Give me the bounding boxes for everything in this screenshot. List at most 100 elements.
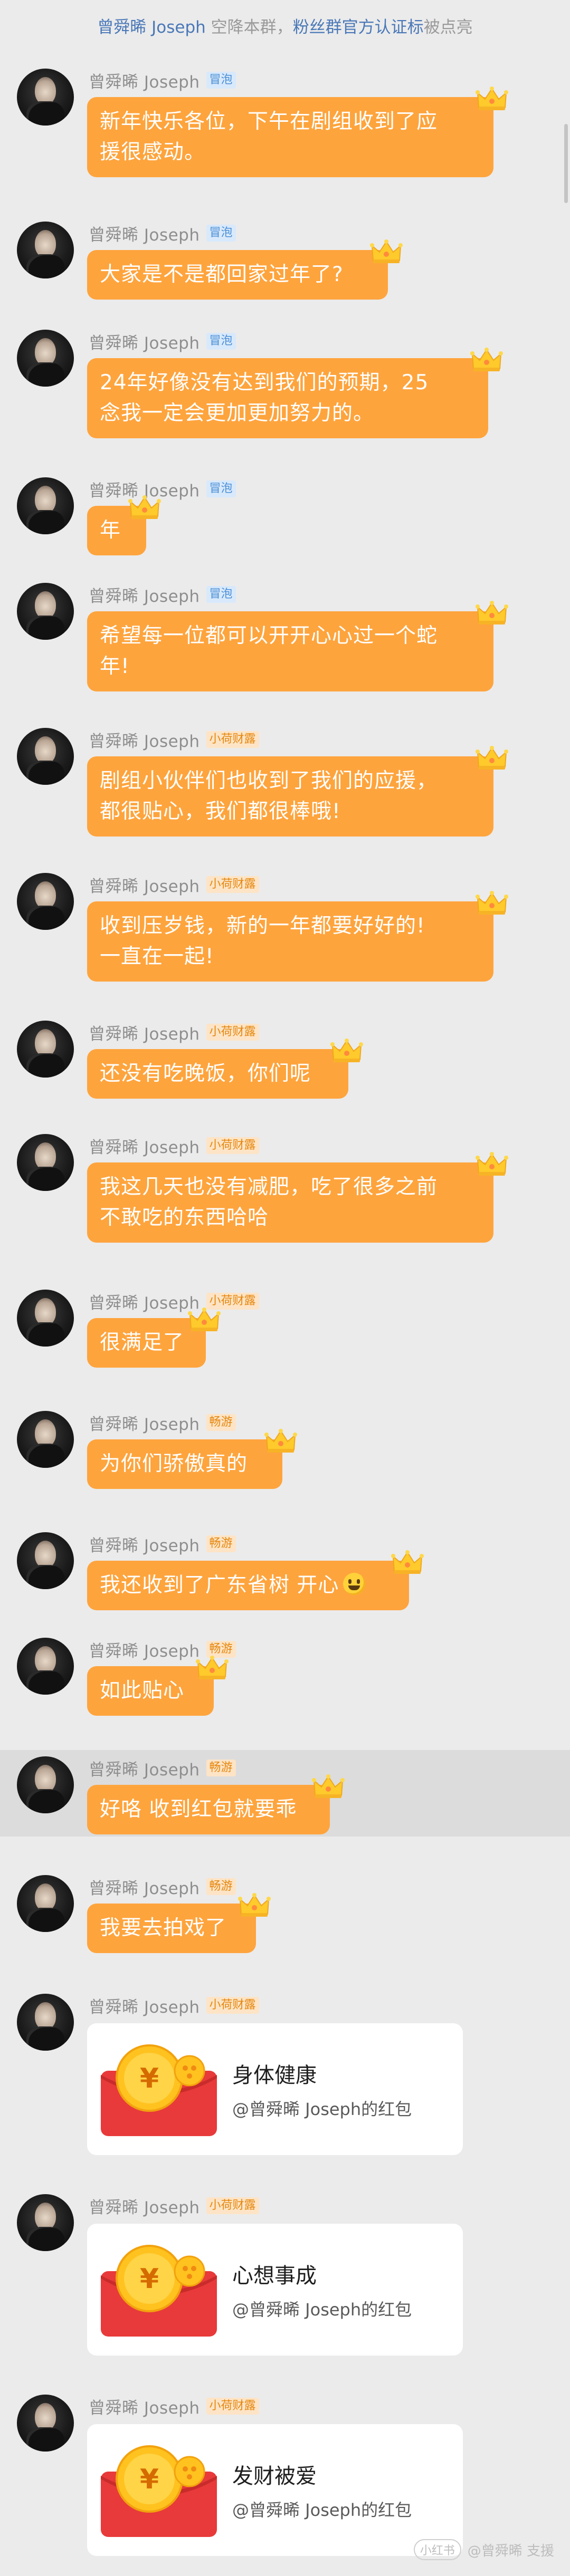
red-envelope-icon: ¥ <box>101 2043 217 2136</box>
level-badge: 畅游 <box>206 1878 236 1895</box>
sender-name[interactable]: 曾舜晞 Joseph <box>89 583 200 607</box>
avatar[interactable] <box>17 222 74 278</box>
message-bubble[interactable]: 希望每一位都可以开开心心过一个蛇 年! <box>87 611 493 691</box>
message-bubble[interactable]: 24年好像没有达到我们的预期，25 念我一定会更加更加努力的。 <box>87 358 488 438</box>
message-meta: 曾舜晞 Joseph 小荷财露 <box>89 2194 259 2217</box>
message-text: 很满足了 <box>100 1331 185 1354</box>
message-meta: 曾舜晞 Joseph 小荷财露 <box>89 1021 259 1044</box>
avatar[interactable] <box>17 1994 74 2051</box>
notice-text-1: 空降本群， <box>205 18 293 37</box>
sender-name[interactable]: 曾舜晞 Joseph <box>89 1411 200 1435</box>
message-text: 新年快乐各位，下午在剧组收到了应 援很感动。 <box>100 110 438 164</box>
message-text: 我还收到了广东省树 开心 <box>100 1573 339 1597</box>
avatar[interactable] <box>17 1756 74 1813</box>
message-text: 还没有吃晚饭，你们呢 <box>100 1062 311 1085</box>
message-bubble[interactable]: 剧组小伙伴们也收到了我们的应援， 都很贴心，我们都很棒哦! <box>87 756 493 837</box>
sender-name[interactable]: 曾舜晞 Joseph <box>89 330 200 353</box>
red-packet-title: 心想事成 <box>232 2264 317 2288</box>
message-text: 为你们骄傲真的 <box>100 1452 248 1476</box>
level-badge: 小荷财露 <box>206 2398 259 2415</box>
smiley-emoji-icon <box>343 1573 366 1595</box>
avatar[interactable] <box>17 728 74 785</box>
avatar[interactable] <box>17 1875 74 1932</box>
avatar[interactable] <box>17 477 74 534</box>
message-bubble[interactable]: 我要去拍戏了 <box>87 1904 256 1953</box>
message-text: 好咯 收到红包就要乖 <box>100 1798 297 1821</box>
avatar[interactable] <box>17 1638 74 1695</box>
sender-name[interactable]: 曾舜晞 Joseph <box>89 222 200 245</box>
avatar[interactable] <box>17 1411 74 1468</box>
svg-text:¥: ¥ <box>140 2464 159 2495</box>
message-row: 曾舜晞 Joseph 畅游 如此贴心 <box>0 1631 570 1716</box>
avatar[interactable] <box>17 1290 74 1347</box>
message-text: 24年好像没有达到我们的预期，25 念我一定会更加更加努力的。 <box>100 371 429 425</box>
message-row: 曾舜晞 Joseph 冒泡 新年快乐各位，下午在剧组收到了应 援很感动。 <box>0 62 570 188</box>
message-row: 曾舜晞 Joseph 畅游为你们骄傲真的 <box>0 1405 570 1489</box>
crown-icon <box>330 1039 363 1064</box>
crown-icon <box>470 348 503 373</box>
notice-text-2: 被点亮 <box>423 18 473 37</box>
sender-name[interactable]: 曾舜晞 Joseph <box>89 1638 200 1661</box>
message-row: 曾舜晞 Joseph 小荷财露很满足了 <box>0 1283 570 1368</box>
sender-name[interactable]: 曾舜晞 Joseph <box>89 1290 200 1313</box>
sender-name[interactable]: 曾舜晞 Joseph <box>89 728 200 752</box>
red-packet-card[interactable]: ¥ 发财被爱 @曾舜晞 Joseph的红包 <box>87 2424 463 2556</box>
sender-name[interactable]: 曾舜晞 Joseph <box>89 1134 200 1158</box>
sender-name[interactable]: 曾舜晞 Joseph <box>89 2194 200 2218</box>
red-packet-sender: @曾舜晞 Joseph的红包 <box>232 2500 412 2520</box>
sender-name[interactable]: 曾舜晞 Joseph <box>89 69 200 92</box>
red-envelope-icon: ¥ <box>101 2244 217 2337</box>
red-packet-row: 曾舜晞 Joseph 小荷财露 ¥ 心想事成 @曾舜晞 Joseph的红包 <box>0 2194 570 2368</box>
red-packet-title: 发财被爱 <box>232 2464 317 2488</box>
message-bubble[interactable]: 我这几天也没有减肥，吃了很多之前 不敢吃的东西哈哈 <box>87 1162 493 1243</box>
crown-icon <box>476 1152 508 1177</box>
message-bubble[interactable]: 我还收到了广东省树 开心 <box>87 1561 409 1610</box>
sender-name[interactable]: 曾舜晞 Joseph <box>89 873 200 897</box>
notice-badge-link[interactable]: 粉丝群官方认证标 <box>293 18 424 37</box>
message-meta: 曾舜晞 Joseph 畅游 <box>89 1756 236 1780</box>
red-packet-card[interactable]: ¥ 心想事成 @曾舜晞 Joseph的红包 <box>87 2224 463 2356</box>
message-text: 剧组小伙伴们也收到了我们的应援， 都很贴心，我们都很棒哦! <box>100 769 438 823</box>
message-row: 曾舜晞 Joseph 冒泡 24年好像没有达到我们的预期，25 念我一定会更加更加努… <box>0 323 570 449</box>
avatar[interactable] <box>17 69 74 126</box>
avatar[interactable] <box>17 1532 74 1589</box>
message-row: 曾舜晞 Joseph 小荷财露收到压岁钱，新的一年都要好好的! 一直在一起! <box>0 867 570 993</box>
svg-text:¥: ¥ <box>140 2063 159 2094</box>
message-row: 曾舜晞 Joseph 小荷财露 剧组小伙伴们也收到了我们的应援， 都很贴心，我们都很… <box>0 722 570 848</box>
sender-name[interactable]: 曾舜晞 Joseph <box>89 2395 200 2418</box>
crown-icon <box>476 746 508 771</box>
message-text: 年 <box>100 518 121 542</box>
message-meta: 曾舜晞 Joseph 小荷财露 <box>89 1290 259 1313</box>
red-packet-row: 曾舜晞 Joseph 小荷财露 ¥ 身体健康 @曾舜晞 Joseph的红包 <box>0 1994 570 2168</box>
message-bubble[interactable]: 为你们骄傲真的 <box>87 1439 282 1489</box>
sender-name[interactable]: 曾舜晞 Joseph <box>89 1021 200 1044</box>
avatar[interactable] <box>17 330 74 387</box>
message-row: 曾舜晞 Joseph 畅游好咯 收到红包就要乖 <box>0 1750 570 1837</box>
avatar[interactable] <box>17 1134 74 1191</box>
message-row: 曾舜晞 Joseph 冒泡 大家是不是都回家过年了? <box>0 215 570 300</box>
message-bubble[interactable]: 如此贴心 <box>87 1666 214 1716</box>
avatar[interactable] <box>17 873 74 930</box>
message-meta: 曾舜晞 Joseph 畅游 <box>89 1411 236 1434</box>
level-badge: 小荷财露 <box>206 876 259 893</box>
sender-name[interactable]: 曾舜晞 Joseph <box>89 1756 200 1780</box>
message-bubble[interactable]: 新年快乐各位，下午在剧组收到了应 援很感动。 <box>87 97 493 177</box>
avatar[interactable] <box>17 2395 74 2452</box>
red-packet-card[interactable]: ¥ 身体健康 @曾舜晞 Joseph的红包 <box>87 2023 463 2155</box>
sender-name[interactable]: 曾舜晞 Joseph <box>89 1994 200 2017</box>
sender-name[interactable]: 曾舜晞 Joseph <box>89 1532 200 1556</box>
avatar[interactable] <box>17 2194 74 2251</box>
avatar[interactable] <box>17 583 74 640</box>
message-bubble[interactable]: 收到压岁钱，新的一年都要好好的! 一直在一起! <box>87 901 493 982</box>
message-bubble[interactable]: 大家是不是都回家过年了? <box>87 250 388 300</box>
notice-user-link[interactable]: 曾舜晞 Joseph <box>97 18 206 37</box>
level-badge: 小荷财露 <box>206 1997 259 2014</box>
message-bubble[interactable]: 好咯 收到红包就要乖 <box>87 1785 330 1834</box>
sender-name[interactable]: 曾舜晞 Joseph <box>89 1875 200 1899</box>
crown-icon <box>128 495 161 521</box>
crown-icon <box>264 1429 297 1454</box>
avatar[interactable] <box>17 1021 74 1078</box>
svg-text:¥: ¥ <box>140 2263 159 2295</box>
message-bubble[interactable]: 还没有吃晚饭，你们呢 <box>87 1049 348 1099</box>
level-badge: 畅游 <box>206 1535 236 1552</box>
